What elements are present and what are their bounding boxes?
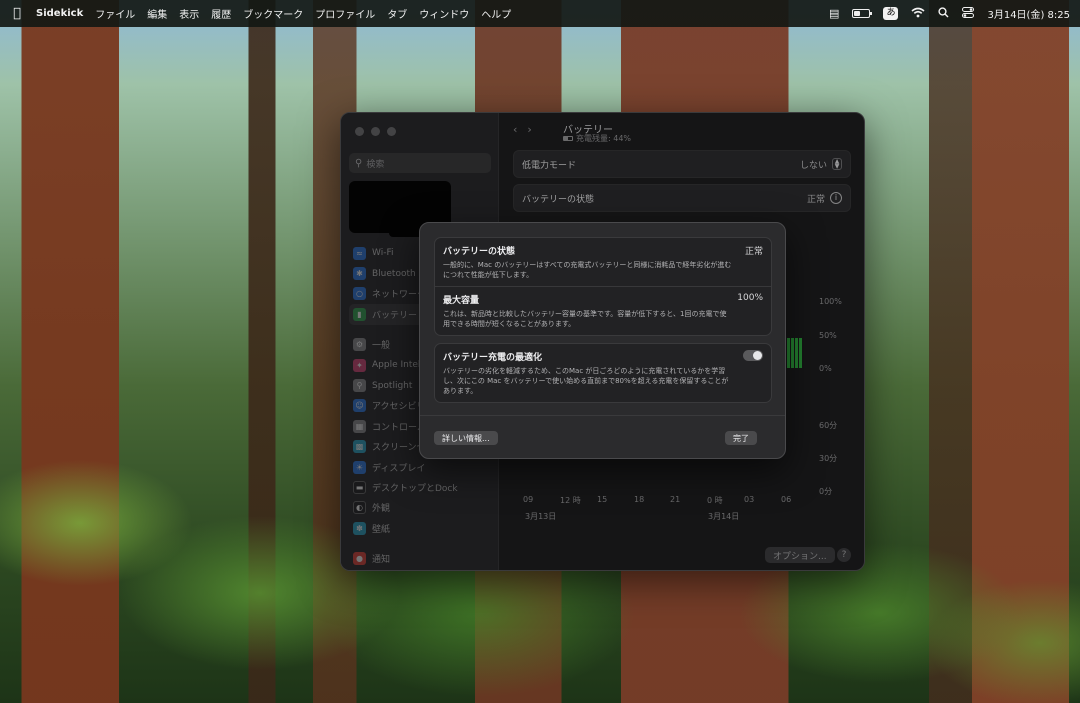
battery-condition-row: バッテリーの状態 正常 一般的に、Mac のバッテリーはすべての充電式バッテリー…: [435, 238, 771, 286]
battery-health-sheet: バッテリーの状態 正常 一般的に、Mac のバッテリーはすべての充電式バッテリー…: [419, 222, 786, 459]
optimized-charging-title: バッテリー充電の最適化: [443, 353, 543, 363]
max-capacity-value: 100%: [737, 293, 763, 303]
more-info-button[interactable]: 詳しい情報...: [434, 431, 498, 445]
optimized-charging-toggle[interactable]: [743, 350, 763, 361]
battery-condition-desc: 一般的に、Mac のバッテリーはすべての充電式バッテリーと同様に消耗品で経年劣化…: [443, 261, 732, 279]
menu-edit[interactable]: 編集: [147, 6, 167, 21]
clock-text[interactable]: 3月14日(金) 8:25: [987, 6, 1070, 21]
input-method-badge[interactable]: あ: [883, 7, 899, 20]
menu-history[interactable]: 履歴: [211, 6, 231, 21]
battery-condition-title: バッテリーの状態: [443, 247, 516, 257]
menu-profile[interactable]: プロファイル: [315, 6, 375, 21]
optimize-group: バッテリー充電の最適化 バッテリーの劣化を軽減するため、このMac が日ごろどの…: [434, 343, 772, 403]
battery-icon[interactable]: [852, 9, 873, 18]
max-capacity-desc: これは、新品時と比較したバッテリー容量の基準です。容量が低下すると、1回の充電で…: [443, 310, 727, 328]
battery-condition-value: 正常: [744, 247, 763, 257]
max-capacity-row: 最大容量 100% これは、新品時と比較したバッテリー容量の基準です。容量が低下…: [435, 286, 771, 335]
search-icon[interactable]: [938, 7, 949, 20]
wifi-icon[interactable]: [911, 7, 925, 20]
apple-menu-icon[interactable]: : [10, 6, 24, 21]
menu-tab[interactable]: タブ: [387, 6, 407, 21]
menu-window[interactable]: ウィンドウ: [419, 6, 469, 21]
optimized-charging-row: バッテリー充電の最適化 バッテリーの劣化を軽減するため、このMac が日ごろどの…: [435, 344, 771, 402]
menu-bar:  Sidekick ファイル 編集 表示 履歴 ブックマーク プロファイル タ…: [0, 0, 1080, 27]
health-info-group: バッテリーの状態 正常 一般的に、Mac のバッテリーはすべての充電式バッテリー…: [434, 237, 772, 336]
done-button[interactable]: 完了: [725, 431, 757, 445]
menu-help[interactable]: ヘルプ: [481, 6, 511, 21]
menu-app-name[interactable]: Sidekick: [36, 8, 83, 19]
menu-view[interactable]: 表示: [179, 6, 199, 21]
sheet-divider: [420, 415, 785, 416]
max-capacity-title: 最大容量: [443, 296, 480, 306]
menu-bookmarks[interactable]: ブックマーク: [243, 6, 303, 21]
optimized-charging-desc: バッテリーの劣化を軽減するため、このMac が日ごろどのように充電されているかを…: [443, 367, 729, 395]
control-center-icon[interactable]: [962, 7, 975, 20]
status-area: ▤ あ 3月14日(金) 8:25: [829, 6, 1070, 21]
clipboard-icon[interactable]: ▤: [829, 8, 839, 19]
menu-file[interactable]: ファイル: [95, 6, 135, 21]
